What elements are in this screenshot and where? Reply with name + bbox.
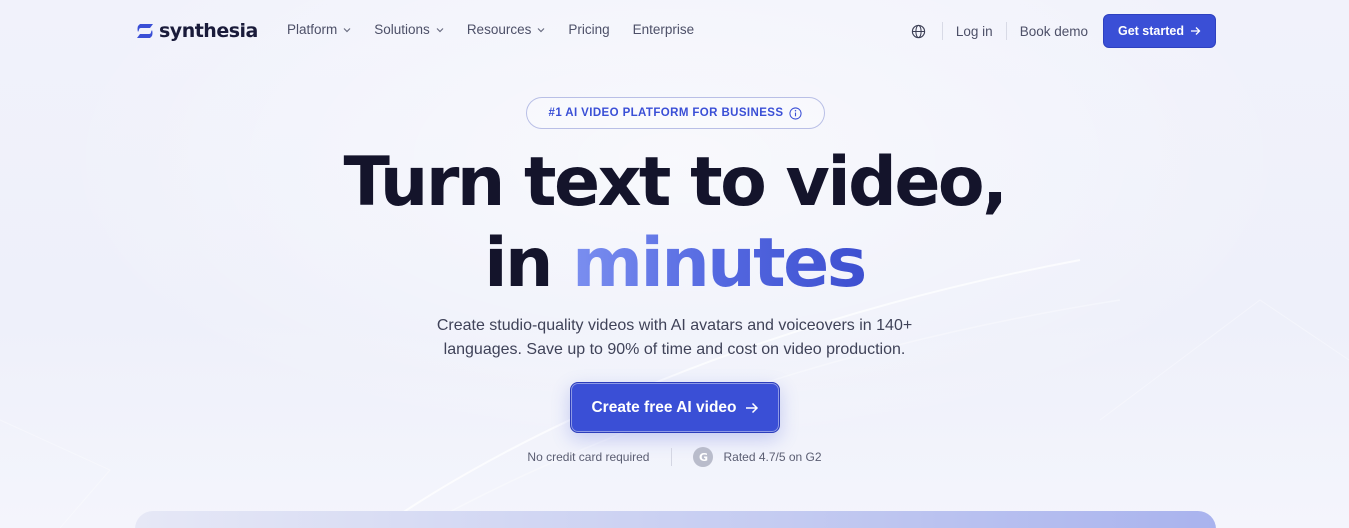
- get-started-label: Get started: [1118, 24, 1184, 38]
- divider: [671, 448, 673, 466]
- chevron-down-icon: [436, 27, 444, 32]
- login-link[interactable]: Log in: [943, 24, 1006, 39]
- nav-item-label: Enterprise: [632, 22, 695, 37]
- nav-item-platform[interactable]: Platform: [287, 22, 351, 37]
- globe-icon[interactable]: [911, 24, 926, 39]
- g2-logo-letter: G: [698, 450, 708, 464]
- info-icon: [789, 106, 803, 120]
- hero-title-line2: in minutes: [0, 224, 1349, 304]
- hero-badge-label: #1 AI VIDEO PLATFORM FOR BUSINESS: [548, 107, 784, 119]
- create-free-video-label: Create free AI video: [591, 398, 737, 416]
- chevron-down-icon: [343, 27, 351, 32]
- no-credit-card-note: No credit card required: [527, 450, 650, 464]
- video-preview-panel: [135, 511, 1216, 528]
- logo-wordmark: synthesia: [159, 20, 258, 42]
- hero-badge[interactable]: #1 AI VIDEO PLATFORM FOR BUSINESS: [526, 97, 825, 129]
- get-started-button[interactable]: Get started: [1103, 14, 1216, 48]
- nav-item-enterprise[interactable]: Enterprise: [633, 22, 695, 37]
- chevron-down-icon: [537, 27, 545, 32]
- nav-item-label: Solutions: [374, 22, 430, 37]
- hero-subtitle-line1: Create studio-quality videos with AI ava…: [436, 317, 913, 334]
- nav-item-label: Platform: [287, 22, 338, 37]
- synthesia-logo[interactable]: synthesia: [135, 19, 258, 43]
- hero-subtitle-line2: languages. Save up to 90% of time and co…: [443, 341, 906, 358]
- nav-item-label: Resources: [466, 22, 532, 37]
- arrow-right-icon: [1191, 27, 1201, 35]
- hero-trust-row: No credit card required G Rated 4.7/5 on…: [0, 447, 1349, 467]
- nav-actions: Log in Book demo Get started: [911, 14, 1216, 48]
- nav-item-label: Pricing: [568, 22, 610, 37]
- hero-title-line1: Turn text to video,: [343, 143, 1008, 222]
- g2-rating-text[interactable]: Rated 4.7/5 on G2: [723, 450, 821, 464]
- top-navigation: synthesia Platform Solutions Resources P…: [0, 0, 1349, 62]
- arrow-right-icon: [745, 402, 758, 413]
- nav-item-solutions[interactable]: Solutions: [374, 22, 444, 37]
- book-demo-link[interactable]: Book demo: [1007, 24, 1101, 39]
- synthesia-logo-mark-icon: [137, 24, 153, 38]
- hero-title-highlight: minutes: [572, 224, 867, 303]
- nav-item-pricing[interactable]: Pricing: [568, 22, 609, 37]
- create-free-video-button[interactable]: Create free AI video: [570, 382, 780, 433]
- g2-logo-icon: G: [693, 447, 714, 467]
- nav-item-resources[interactable]: Resources: [467, 22, 546, 37]
- main-menu: Platform Solutions Resources Pricing Ent…: [287, 22, 717, 37]
- hero-title-prefix: in: [484, 224, 573, 303]
